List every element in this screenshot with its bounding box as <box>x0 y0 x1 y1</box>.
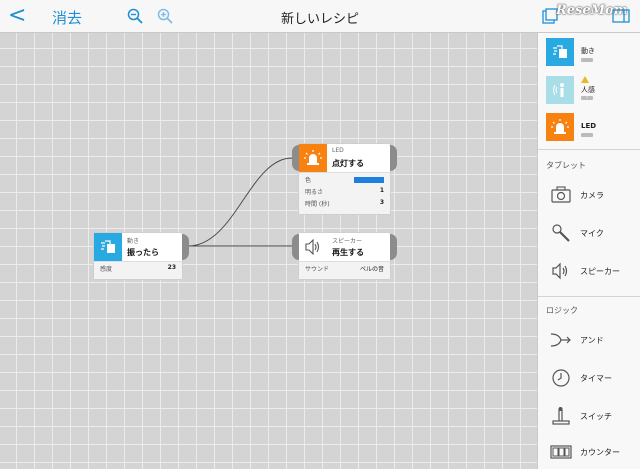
node-action-label: 点灯する <box>332 159 364 168</box>
device-status-bar: ? <box>581 96 593 100</box>
block-palette: 動き 人感 ? LED タブレット カメラ マイク スピーカー ロジック アンド… <box>537 33 640 469</box>
counter-icon <box>550 445 572 459</box>
top-bar: < 消去 新しいレシピ ReseMom <box>0 0 640 33</box>
logic-item-and[interactable]: アンド <box>538 321 640 359</box>
tool-label: マイク <box>580 229 604 238</box>
tablet-item-speaker[interactable]: スピーカー <box>538 252 640 290</box>
human-sensor-icon[interactable] <box>546 76 574 104</box>
node-action-label: 再生する <box>332 248 364 257</box>
node-action-label: 振ったら <box>127 248 159 257</box>
property-row[interactable]: 感度 23 <box>100 264 176 276</box>
speaker-node[interactable]: スピーカー 再生する サウンド ベルの音 <box>292 233 397 279</box>
node-type-label: 動き <box>127 238 140 245</box>
delete-button[interactable]: 消去 <box>52 7 82 28</box>
output-port[interactable] <box>390 234 397 260</box>
input-port[interactable] <box>292 234 299 260</box>
property-label: 時間 (秒) <box>305 201 330 208</box>
page-title: 新しいレシピ <box>280 12 359 27</box>
logic-item-timer[interactable]: タイマー <box>538 359 640 397</box>
zoom-in-icon[interactable] <box>157 8 173 24</box>
led-icon[interactable] <box>546 113 574 141</box>
device-status-bar <box>581 133 593 137</box>
device-label-human: 人感 <box>581 86 595 94</box>
property-value: 1 <box>379 187 384 194</box>
tool-label: アンド <box>580 336 604 345</box>
property-label: サウンド <box>305 266 330 273</box>
microphone-icon <box>552 224 570 242</box>
tool-label: スピーカー <box>580 267 620 276</box>
property-value: ベルの音 <box>359 266 384 273</box>
back-button[interactable]: < <box>8 3 26 29</box>
device-status-bar <box>581 58 593 62</box>
timer-icon <box>552 369 570 387</box>
color-swatch[interactable] <box>354 177 384 183</box>
motion-node[interactable]: 動き 振ったら 感度 23 <box>94 233 189 279</box>
property-row[interactable]: サウンド ベルの音 <box>305 264 384 276</box>
recipe-canvas[interactable]: 動き 振ったら 感度 23 LED 点灯する 色 明るさ 1 時間 (秒) 3 … <box>0 33 537 469</box>
property-label: 明るさ <box>305 189 324 196</box>
input-port[interactable] <box>292 145 299 171</box>
speaker-icon <box>552 262 568 280</box>
section-divider <box>538 296 640 297</box>
led-node[interactable]: LED 点灯する 色 明るさ 1 時間 (秒) 3 <box>292 144 397 214</box>
camera-icon <box>551 186 571 203</box>
property-label: 色 <box>305 177 312 184</box>
tool-label: カウンター <box>580 448 620 457</box>
section-divider <box>538 149 640 150</box>
switch-icon <box>552 407 570 425</box>
led-icon <box>299 144 327 172</box>
section-title-logic: ロジック <box>546 306 578 315</box>
logic-item-switch[interactable]: スイッチ <box>538 397 640 435</box>
wire-motion-led <box>187 157 293 247</box>
output-port[interactable] <box>390 145 397 171</box>
warning-icon <box>581 76 589 83</box>
zoom-out-icon[interactable] <box>127 8 143 24</box>
property-value: 23 <box>167 264 176 271</box>
motion-icon <box>94 233 122 261</box>
device-label-motion: 動き <box>581 47 595 55</box>
logic-item-counter[interactable]: カウンター <box>538 433 640 469</box>
and-icon <box>550 333 571 347</box>
output-port[interactable] <box>182 234 189 260</box>
tool-label: カメラ <box>580 191 604 200</box>
tool-label: タイマー <box>580 374 612 383</box>
tool-label: スイッチ <box>580 412 612 421</box>
property-label: 感度 <box>100 266 113 273</box>
node-type-label: スピーカー <box>332 238 363 245</box>
property-row[interactable]: 明るさ 1 <box>305 187 384 199</box>
property-value: 3 <box>379 199 384 206</box>
tablet-item-camera[interactable]: カメラ <box>538 176 640 214</box>
property-row[interactable]: 時間 (秒) 3 <box>305 199 384 211</box>
section-title-tablet: タブレット <box>546 161 586 170</box>
tablet-item-microphone[interactable]: マイク <box>538 214 640 252</box>
node-type-label: LED <box>332 147 344 154</box>
property-row[interactable]: 色 <box>305 175 384 187</box>
motion-icon[interactable] <box>546 38 574 66</box>
speaker-icon <box>299 233 327 261</box>
menu-icon[interactable] <box>612 8 630 24</box>
connection-wires <box>187 157 293 247</box>
device-label-led: LED <box>581 122 597 130</box>
